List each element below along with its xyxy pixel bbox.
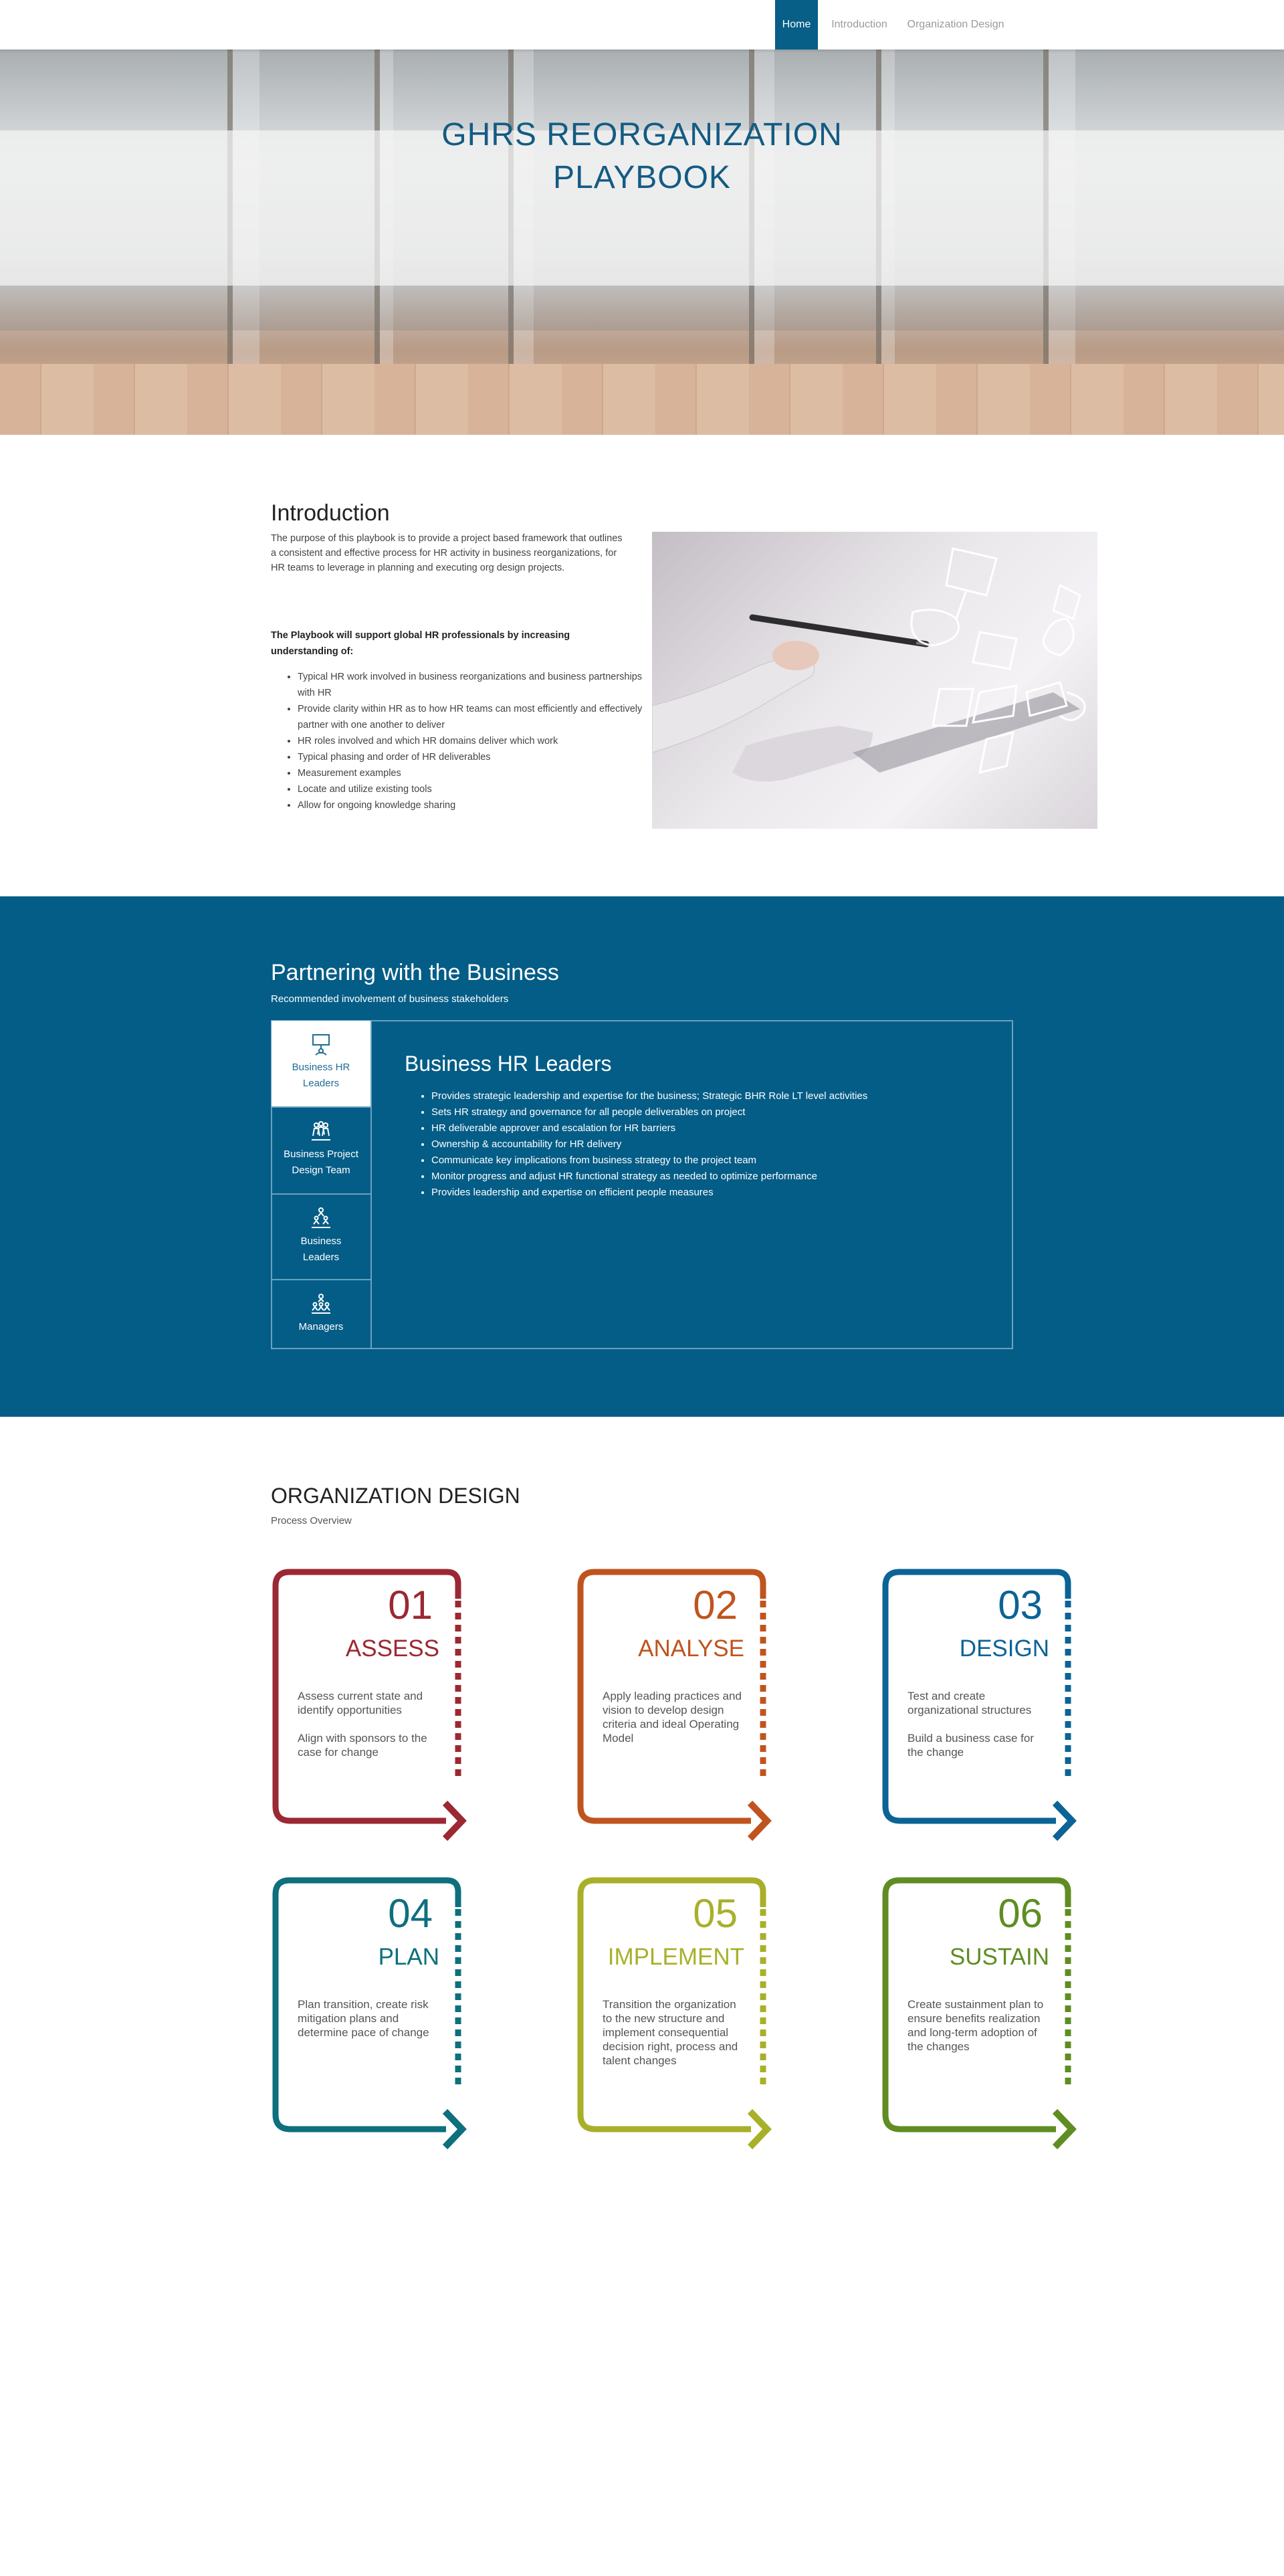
stylus-flowchart-image <box>652 532 1097 829</box>
panel-heading: Business HR Leaders <box>405 1052 612 1076</box>
list-item: HR roles involved and which HR domains d… <box>298 733 659 749</box>
card-number: 01 <box>388 1583 433 1627</box>
presenter-icon <box>312 1034 330 1056</box>
list-item: Ownership & accountability for HR delive… <box>431 1136 1020 1153</box>
list-item: Sets HR strategy and governance for all … <box>431 1104 1020 1120</box>
hero-title-line2: PLAYBOOK <box>553 160 731 195</box>
hero-banner <box>0 49 1284 435</box>
tab-label: Leaders <box>302 1078 340 1089</box>
organization-design-heading: ORGANIZATION DESIGN <box>271 1484 520 1508</box>
organization-design-subtitle: Process Overview <box>271 1515 352 1526</box>
card-description: Apply leading practices and vision to de… <box>603 1690 742 1745</box>
wood-floor <box>0 364 1284 435</box>
tab-label: Leaders <box>302 1252 340 1263</box>
list-item: Locate and utilize existing tools <box>298 781 659 797</box>
list-item: Typical HR work involved in business reo… <box>298 669 659 701</box>
partnering-heading: Partnering with the Business <box>271 960 559 985</box>
tab-label: Business HR <box>292 1062 350 1073</box>
hierarchy-icon <box>312 1207 330 1228</box>
card-title: SUSTAIN <box>949 1944 1049 1970</box>
card-number: 04 <box>388 1891 433 1936</box>
process-card-sustain[interactable]: 06 SUSTAIN Create sustainment plan to en… <box>881 1877 1081 2151</box>
panel-list: Provides strategic leadership and expert… <box>405 1088 1020 1201</box>
nav-introduction[interactable]: Introduction <box>823 0 896 49</box>
card-description: Transition the organization to the new s… <box>603 1998 738 2067</box>
introduction-heading: Introduction <box>271 500 390 526</box>
nav-home[interactable]: Home <box>775 0 818 49</box>
process-card-implement[interactable]: 05 IMPLEMENT Transition the organization… <box>576 1877 776 2151</box>
card-title: DESIGN <box>959 1636 1049 1662</box>
introduction-list: Typical HR work involved in business reo… <box>271 669 659 813</box>
list-item: Provides leadership and expertise on eff… <box>431 1185 1020 1201</box>
card-description: Test and create organizational structure… <box>907 1690 1034 1759</box>
list-item: HR deliverable approver and escalation f… <box>431 1120 1020 1136</box>
card-description: Assess current state and identify opport… <box>298 1690 427 1759</box>
card-description: Plan transition, create risk mitigation … <box>298 1998 429 2039</box>
tab-business-leaders[interactable]: Business Leaders <box>271 1194 371 1280</box>
card-title: ASSESS <box>345 1636 439 1662</box>
tab-business-project-design-team[interactable]: Business Project Design Team <box>271 1107 371 1194</box>
tab-label: Business <box>300 1235 342 1247</box>
process-card-design[interactable]: 03 DESIGN Test and create organizational… <box>881 1569 1081 1843</box>
list-item: Provides strategic leadership and expert… <box>431 1088 1020 1104</box>
list-item: Provide clarity within HR as to how HR t… <box>298 701 659 733</box>
team-icon <box>312 1121 330 1141</box>
process-card-assess[interactable]: 01 ASSESS Assess current state and ident… <box>271 1569 471 1843</box>
card-number: 02 <box>693 1583 738 1627</box>
card-description: Create sustainment plan to ensure benefi… <box>907 1998 1044 2053</box>
process-card-analyse[interactable]: 02 ANALYSE Apply leading practices and v… <box>576 1569 776 1843</box>
introduction-bold-text: The Playbook will support global HR prof… <box>271 630 570 657</box>
hero-title: GHRS REORGANIZATION PLAYBOOK <box>0 114 1284 199</box>
tab-managers[interactable]: Managers <box>271 1280 371 1349</box>
card-number: 05 <box>693 1891 738 1936</box>
tab-business-hr-leaders[interactable]: Business HR Leaders <box>271 1020 371 1107</box>
card-title: IMPLEMENT <box>607 1944 744 1970</box>
nav-organization-design[interactable]: Organization Design <box>900 0 1011 49</box>
group-icon <box>312 1294 330 1314</box>
card-title: ANALYSE <box>638 1636 744 1662</box>
introduction-paragraph: The purpose of this playbook is to provi… <box>271 533 623 573</box>
tab-label: Design Team <box>292 1165 350 1176</box>
card-title: PLAN <box>378 1944 439 1970</box>
partnering-subtitle: Recommended involvement of business stak… <box>271 993 509 1005</box>
tab-label: Managers <box>298 1321 344 1332</box>
list-item: Typical phasing and order of HR delivera… <box>298 749 659 765</box>
card-number: 03 <box>998 1583 1043 1627</box>
process-card-plan[interactable]: 04 PLAN Plan transition, create risk mit… <box>271 1877 471 2151</box>
top-navigation: Home Introduction Organization Design <box>0 0 1284 49</box>
list-item: Monitor progress and adjust HR functiona… <box>431 1169 1020 1185</box>
list-item: Communicate key implications from busine… <box>431 1153 1020 1169</box>
card-number: 06 <box>998 1891 1043 1936</box>
tab-divider <box>371 1020 372 1349</box>
tab-label: Business Project <box>284 1149 358 1160</box>
list-item: Measurement examples <box>298 765 659 781</box>
hero-title-line1: GHRS REORGANIZATION <box>441 117 843 153</box>
list-item: Allow for ongoing knowledge sharing <box>298 797 659 813</box>
